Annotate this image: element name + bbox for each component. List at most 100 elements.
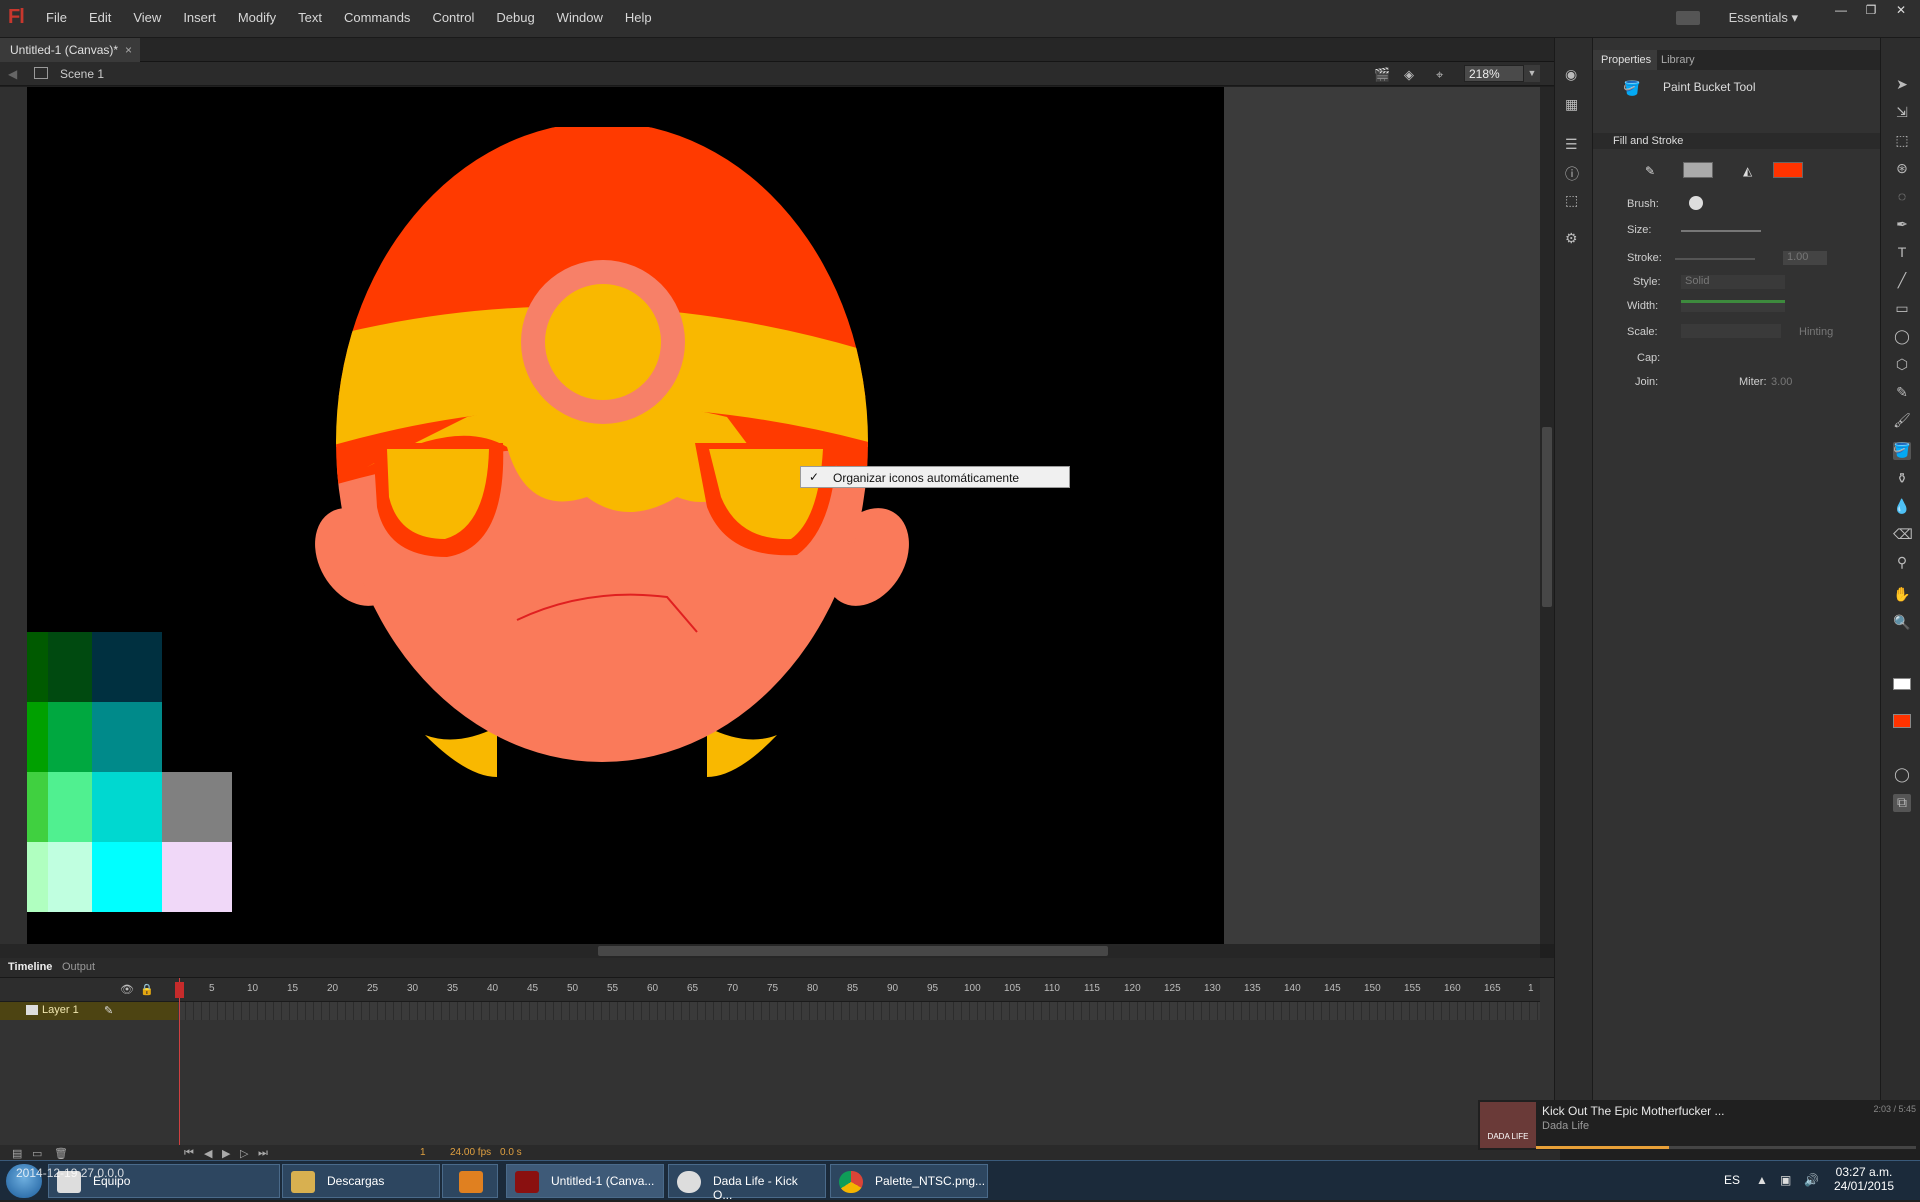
frame-track[interactable] bbox=[178, 1002, 1540, 1020]
vertical-scroll-thumb[interactable] bbox=[1542, 427, 1552, 607]
edit-scene-icon[interactable]: 🎬 bbox=[1374, 67, 1390, 82]
object-drawing-icon[interactable]: ◯ bbox=[1893, 766, 1911, 784]
pen-tool-icon[interactable]: ✒ bbox=[1893, 216, 1911, 234]
width-profile-dropdown[interactable] bbox=[1681, 300, 1785, 312]
taskbar-button-media[interactable] bbox=[442, 1164, 498, 1198]
bone-tool-icon[interactable]: ⚲ bbox=[1893, 554, 1911, 572]
menu-help[interactable]: Help bbox=[625, 10, 652, 25]
align-panel-icon[interactable]: ☰ bbox=[1565, 136, 1583, 152]
info-panel-icon[interactable]: ⓘ bbox=[1565, 164, 1583, 182]
lock-icon[interactable]: 🔒 bbox=[140, 983, 154, 996]
hinting-checkbox[interactable]: Hinting bbox=[1799, 326, 1833, 338]
horizontal-scrollbar[interactable] bbox=[0, 944, 1540, 958]
rectangle-tool-icon[interactable]: ▭ bbox=[1893, 300, 1911, 318]
taskbar-button-descargas[interactable]: Descargas bbox=[282, 1164, 440, 1198]
eyedropper-tool-icon[interactable]: 💧 bbox=[1893, 498, 1911, 516]
tab-library[interactable]: Library bbox=[1661, 54, 1695, 66]
tab-close-icon[interactable]: × bbox=[125, 43, 132, 57]
step-back-icon[interactable]: ◀ bbox=[204, 1147, 212, 1160]
paint-bucket-tool-icon[interactable]: 🪣 bbox=[1893, 442, 1911, 460]
pencil-tool-icon[interactable]: ✎ bbox=[1893, 384, 1911, 402]
line-tool-icon[interactable]: ╱ bbox=[1893, 272, 1911, 290]
menu-text[interactable]: Text bbox=[298, 10, 322, 25]
taskbar-button-chrome[interactable]: Palette_NTSC.png... bbox=[830, 1164, 988, 1198]
playhead-handle[interactable] bbox=[175, 982, 184, 998]
style-dropdown[interactable]: Solid bbox=[1681, 275, 1785, 289]
clock[interactable]: 03:27 a.m. 24/01/2015 bbox=[1834, 1165, 1894, 1193]
eraser-tool-icon[interactable]: ⌫ bbox=[1893, 526, 1913, 544]
tab-untitled-1[interactable]: Untitled-1 (Canvas)* × bbox=[0, 38, 140, 62]
taskbar-button-flash[interactable]: Untitled-1 (Canva... bbox=[506, 1164, 664, 1198]
scale-dropdown[interactable] bbox=[1681, 324, 1781, 338]
playhead[interactable] bbox=[175, 978, 184, 1150]
layer-row[interactable]: Layer 1 ✎ bbox=[0, 1002, 178, 1020]
context-menu-item-auto-arrange[interactable]: Organizar iconos automáticamente bbox=[833, 471, 1019, 485]
fill-and-stroke-header[interactable]: Fill and Stroke bbox=[1593, 133, 1881, 149]
fill-color-swatch[interactable] bbox=[1773, 162, 1803, 178]
zoom-dropdown-icon[interactable]: ▼ bbox=[1524, 65, 1540, 82]
menu-edit[interactable]: Edit bbox=[89, 10, 111, 25]
zoom-tool-icon[interactable]: 🔍 bbox=[1893, 614, 1911, 632]
tab-output[interactable]: Output bbox=[62, 961, 95, 973]
vertical-scrollbar[interactable] bbox=[1540, 87, 1554, 944]
menu-file[interactable]: File bbox=[46, 10, 67, 25]
back-arrow-icon[interactable]: ◀ bbox=[8, 67, 17, 81]
menu-debug[interactable]: Debug bbox=[496, 10, 534, 25]
network-icon[interactable]: ▣ bbox=[1780, 1173, 1791, 1187]
stroke-color-swatch[interactable] bbox=[1683, 162, 1713, 178]
delete-layer-icon[interactable]: 🗑 bbox=[54, 1147, 68, 1160]
menu-control[interactable]: Control bbox=[432, 10, 474, 25]
snap-icon[interactable]: ⧉ bbox=[1893, 794, 1911, 812]
track-progress[interactable] bbox=[1536, 1146, 1916, 1149]
fill-color-tool-swatch[interactable] bbox=[1893, 714, 1911, 728]
size-slider[interactable] bbox=[1681, 230, 1761, 232]
tab-timeline[interactable]: Timeline bbox=[8, 961, 52, 973]
stage-canvas[interactable] bbox=[27, 87, 1224, 944]
ink-bottle-tool-icon[interactable]: ⚱ bbox=[1893, 470, 1911, 488]
swatches-panel-icon[interactable]: ▦ bbox=[1565, 96, 1583, 112]
menu-commands[interactable]: Commands bbox=[344, 10, 410, 25]
polystar-tool-icon[interactable]: ⬡ bbox=[1893, 356, 1911, 374]
eye-icon[interactable]: 👁 bbox=[120, 983, 134, 996]
subselection-tool-icon[interactable]: ⇲ bbox=[1893, 104, 1911, 122]
stroke-value[interactable]: 1.00 bbox=[1783, 251, 1827, 265]
color-panel-icon[interactable]: ◉ bbox=[1565, 66, 1583, 82]
restore-icon[interactable]: ❐ bbox=[1858, 2, 1884, 18]
free-transform-tool-icon[interactable]: ⬚ bbox=[1893, 132, 1911, 150]
3d-rotation-tool-icon[interactable]: ⊛ bbox=[1893, 160, 1911, 178]
edit-symbols-icon[interactable]: ◈ bbox=[1404, 67, 1420, 82]
brush-tool-icon[interactable]: 🖌 bbox=[1893, 412, 1911, 430]
rewind-icon[interactable]: ⏮ bbox=[184, 1147, 194, 1160]
step-forward-icon[interactable]: ▷ bbox=[240, 1147, 248, 1160]
new-layer-icon[interactable]: ▤ bbox=[12, 1147, 22, 1160]
fast-forward-icon[interactable]: ⏭ bbox=[258, 1147, 268, 1160]
close-icon[interactable]: ✕ bbox=[1888, 2, 1914, 18]
input-language[interactable]: ES bbox=[1724, 1173, 1740, 1187]
stroke-slider[interactable] bbox=[1675, 258, 1755, 260]
text-tool-icon[interactable]: T bbox=[1893, 244, 1911, 262]
brush-shape-icon[interactable] bbox=[1689, 196, 1703, 210]
transform-panel-icon[interactable]: ⬚ bbox=[1565, 192, 1583, 208]
lasso-tool-icon[interactable]: ◌ bbox=[1893, 188, 1911, 206]
play-icon[interactable]: ▶ bbox=[222, 1147, 230, 1160]
tab-properties[interactable]: Properties bbox=[1593, 50, 1657, 70]
components-panel-icon[interactable]: ⚙ bbox=[1565, 230, 1583, 246]
oval-tool-icon[interactable]: ◯ bbox=[1893, 328, 1911, 346]
frame-rate[interactable]: 24.00 fps bbox=[450, 1147, 491, 1158]
hand-tool-icon[interactable]: ✋ bbox=[1893, 586, 1911, 604]
selection-tool-icon[interactable]: ➤ bbox=[1893, 76, 1911, 94]
layer-name[interactable]: Layer 1 bbox=[42, 1004, 79, 1016]
horizontal-scroll-thumb[interactable] bbox=[598, 946, 1108, 956]
workspace-switcher[interactable]: Essentials ▾ bbox=[1729, 10, 1798, 26]
miter-value[interactable]: 3.00 bbox=[1771, 376, 1792, 388]
menu-modify[interactable]: Modify bbox=[238, 10, 276, 25]
volume-icon[interactable]: 🔊 bbox=[1804, 1173, 1819, 1187]
tray-expand-icon[interactable]: ▲ bbox=[1756, 1173, 1768, 1187]
zoom-field[interactable]: 218% bbox=[1464, 65, 1524, 82]
center-stage-icon[interactable]: ⌖ bbox=[1436, 67, 1452, 82]
menu-window[interactable]: Window bbox=[557, 10, 603, 25]
menu-insert[interactable]: Insert bbox=[183, 10, 216, 25]
sync-settings-icon[interactable] bbox=[1676, 11, 1700, 25]
pencil-icon[interactable]: ✎ bbox=[104, 1004, 113, 1017]
minimize-icon[interactable]: — bbox=[1828, 2, 1854, 18]
